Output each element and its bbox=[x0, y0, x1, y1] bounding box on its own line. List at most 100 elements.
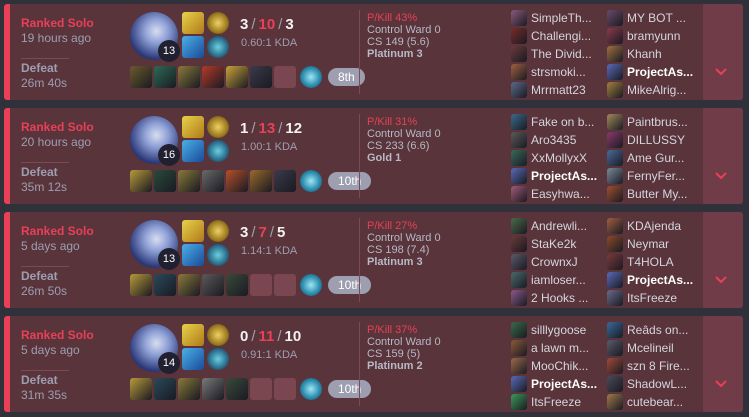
item-icon[interactable] bbox=[154, 170, 176, 192]
player-name[interactable]: iamloser... bbox=[531, 273, 605, 287]
player-name[interactable]: ProjectAs... bbox=[627, 273, 701, 287]
item-icon[interactable] bbox=[178, 274, 200, 296]
player-name[interactable]: szn 8 Fire... bbox=[627, 359, 701, 373]
player-entry[interactable]: Mcelineil bbox=[607, 339, 699, 357]
player-entry[interactable]: iamloser... bbox=[511, 271, 603, 289]
ward-trinket-icon[interactable] bbox=[300, 66, 322, 88]
player-entry[interactable]: ProjectAs... bbox=[511, 167, 603, 185]
player-name[interactable]: FernyFer... bbox=[627, 169, 701, 183]
player-entry[interactable]: XxMollyxX bbox=[511, 149, 603, 167]
player-name[interactable]: ItsFreeze bbox=[627, 291, 701, 305]
teleport-spell-icon[interactable] bbox=[182, 36, 204, 58]
flash-spell-icon[interactable] bbox=[182, 324, 204, 346]
player-name[interactable]: MooChik... bbox=[531, 359, 605, 373]
expand-button[interactable] bbox=[703, 108, 743, 204]
item-icon[interactable] bbox=[154, 66, 176, 88]
flash-spell-icon[interactable] bbox=[182, 116, 204, 138]
player-name[interactable]: The Divid... bbox=[531, 47, 605, 61]
item-icon[interactable] bbox=[178, 170, 200, 192]
player-entry[interactable]: MooChik... bbox=[511, 357, 603, 375]
item-icon[interactable] bbox=[154, 378, 176, 400]
player-entry[interactable]: T4HOLA bbox=[607, 253, 699, 271]
player-entry[interactable]: Butter My... bbox=[607, 185, 699, 203]
item-icon[interactable] bbox=[250, 170, 272, 192]
ward-trinket-icon[interactable] bbox=[300, 378, 322, 400]
player-entry[interactable]: FernyFer... bbox=[607, 167, 699, 185]
player-name[interactable]: 2 Hooks ... bbox=[531, 291, 605, 305]
player-name[interactable]: KDAjenda bbox=[627, 219, 701, 233]
player-entry[interactable]: The Divid... bbox=[511, 45, 603, 63]
player-name[interactable]: cutebear... bbox=[627, 395, 701, 409]
player-entry[interactable]: Andrewli... bbox=[511, 217, 603, 235]
match-row[interactable]: Ranked Solo 19 hours ago Defeat 26m 40s 13 3/… bbox=[4, 4, 743, 100]
player-entry[interactable]: Ame Gur... bbox=[607, 149, 699, 167]
player-entry[interactable]: KDAjenda bbox=[607, 217, 699, 235]
player-name[interactable]: XxMollyxX bbox=[531, 151, 605, 165]
empty-item-slot[interactable] bbox=[274, 66, 296, 88]
player-entry[interactable]: Fake on b... bbox=[511, 113, 603, 131]
player-entry[interactable]: ProjectAs... bbox=[607, 271, 699, 289]
player-name[interactable]: Mrrmatt23 bbox=[531, 83, 605, 97]
item-icon[interactable] bbox=[130, 378, 152, 400]
player-name[interactable]: strsmoki... bbox=[531, 65, 605, 79]
player-entry[interactable]: Khanh bbox=[607, 45, 699, 63]
player-entry[interactable]: Reâds on... bbox=[607, 321, 699, 339]
player-name[interactable]: Neymar bbox=[627, 237, 701, 251]
player-entry[interactable]: ItsFreeze bbox=[511, 393, 603, 411]
teleport-spell-icon[interactable] bbox=[182, 348, 204, 370]
player-entry[interactable]: Neymar bbox=[607, 235, 699, 253]
player-entry[interactable]: SimpleTh... bbox=[511, 9, 603, 27]
item-icon[interactable] bbox=[250, 66, 272, 88]
secondary-rune-icon[interactable] bbox=[207, 36, 229, 58]
player-entry[interactable]: ProjectAs... bbox=[607, 63, 699, 81]
player-entry[interactable]: Easyhwa... bbox=[511, 185, 603, 203]
item-icon[interactable] bbox=[130, 66, 152, 88]
player-entry[interactable]: MY BOT ... bbox=[607, 9, 699, 27]
keystone-rune-icon[interactable] bbox=[207, 220, 229, 242]
player-entry[interactable]: Mrrmatt23 bbox=[511, 81, 603, 99]
expand-button[interactable] bbox=[703, 316, 743, 412]
player-entry[interactable]: silllygoose bbox=[511, 321, 603, 339]
item-icon[interactable] bbox=[202, 66, 224, 88]
empty-item-slot[interactable] bbox=[250, 274, 272, 296]
item-icon[interactable] bbox=[130, 274, 152, 296]
player-name[interactable]: SimpleTh... bbox=[531, 11, 605, 25]
match-row[interactable]: Ranked Solo 5 days ago Defeat 31m 35s 14 0/11… bbox=[4, 316, 743, 412]
player-name[interactable]: ProjectAs... bbox=[627, 65, 701, 79]
match-row[interactable]: Ranked Solo 20 hours ago Defeat 35m 12s 16 1/… bbox=[4, 108, 743, 204]
player-name[interactable]: Butter My... bbox=[627, 187, 701, 201]
player-name[interactable]: MikeAlrig... bbox=[627, 83, 701, 97]
player-name[interactable]: Challengi... bbox=[531, 29, 605, 43]
ward-trinket-icon[interactable] bbox=[300, 274, 322, 296]
empty-item-slot[interactable] bbox=[274, 378, 296, 400]
item-icon[interactable] bbox=[154, 274, 176, 296]
player-entry[interactable]: CrownxJ bbox=[511, 253, 603, 271]
player-entry[interactable]: Challengi... bbox=[511, 27, 603, 45]
player-name[interactable]: Reâds on... bbox=[627, 323, 701, 337]
item-icon[interactable] bbox=[226, 274, 248, 296]
player-entry[interactable]: strsmoki... bbox=[511, 63, 603, 81]
empty-item-slot[interactable] bbox=[274, 274, 296, 296]
match-row[interactable]: Ranked Solo 5 days ago Defeat 26m 50s 13 3/7/… bbox=[4, 212, 743, 308]
player-name[interactable]: Aro3435 bbox=[531, 133, 605, 147]
player-entry[interactable]: cutebear... bbox=[607, 393, 699, 411]
player-entry[interactable]: DILLUSSY bbox=[607, 131, 699, 149]
item-icon[interactable] bbox=[178, 66, 200, 88]
player-entry[interactable]: Paintbrus... bbox=[607, 113, 699, 131]
player-name[interactable]: ProjectAs... bbox=[531, 377, 605, 391]
secondary-rune-icon[interactable] bbox=[207, 348, 229, 370]
expand-button[interactable] bbox=[703, 4, 743, 100]
player-name[interactable]: StaKe2k bbox=[531, 237, 605, 251]
player-entry[interactable]: 2 Hooks ... bbox=[511, 289, 603, 307]
item-icon[interactable] bbox=[274, 170, 296, 192]
ward-trinket-icon[interactable] bbox=[300, 170, 322, 192]
expand-button[interactable] bbox=[703, 212, 743, 308]
player-name[interactable]: ItsFreeze bbox=[531, 395, 605, 409]
keystone-rune-icon[interactable] bbox=[207, 12, 229, 34]
player-name[interactable]: silllygoose bbox=[531, 323, 605, 337]
item-icon[interactable] bbox=[226, 66, 248, 88]
player-name[interactable]: Paintbrus... bbox=[627, 115, 701, 129]
player-name[interactable]: Mcelineil bbox=[627, 341, 701, 355]
teleport-spell-icon[interactable] bbox=[182, 244, 204, 266]
player-name[interactable]: T4HOLA bbox=[627, 255, 701, 269]
